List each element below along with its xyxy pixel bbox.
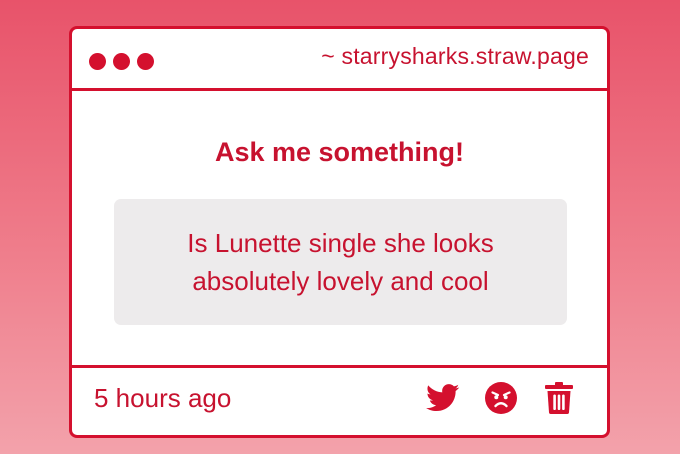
question-text: Is Lunette single she looks absolutely l… — [187, 228, 494, 296]
action-bar — [425, 380, 577, 416]
share-twitter-button[interactable] — [425, 380, 461, 416]
window-controls — [89, 53, 154, 70]
question-box: Is Lunette single she looks absolutely l… — [114, 199, 567, 325]
title-bar: ~ starrysharks.straw.page — [72, 29, 607, 91]
window-dot-icon — [113, 53, 130, 70]
question-card: Ask me something! Is Lunette single she … — [72, 91, 607, 367]
page-url[interactable]: ~ starrysharks.straw.page — [321, 43, 589, 70]
twitter-icon — [426, 384, 460, 412]
timestamp: 5 hours ago — [94, 383, 232, 413]
delete-button[interactable] — [541, 380, 577, 416]
window-dot-icon — [137, 53, 154, 70]
angry-face-icon — [485, 382, 517, 414]
card-footer: 5 hours ago — [72, 365, 607, 435]
react-button[interactable] — [483, 380, 519, 416]
window-dot-icon — [89, 53, 106, 70]
trash-icon — [545, 382, 573, 414]
ask-window: ~ starrysharks.straw.page Ask me somethi… — [69, 26, 610, 438]
page-title: Ask me something! — [214, 137, 465, 167]
